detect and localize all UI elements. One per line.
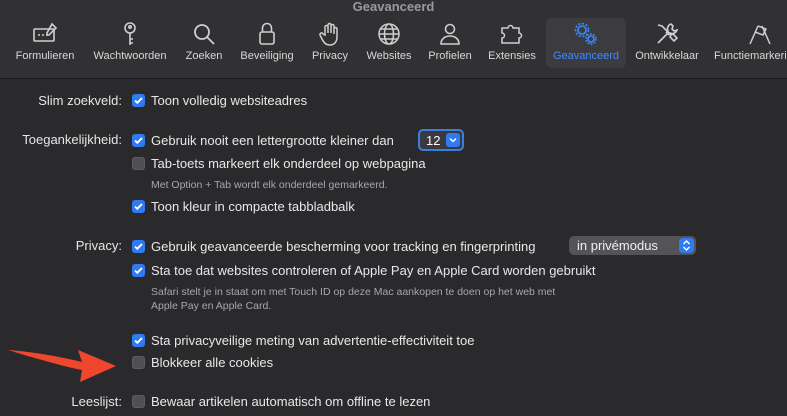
tab-label: Functiemarkeringen <box>714 50 787 62</box>
puzzle-icon <box>501 24 523 44</box>
tab-label: Privacy <box>311 50 349 62</box>
full-address-text: Toon volledig websiteadres <box>151 93 308 108</box>
offline-checkbox[interactable] <box>132 395 145 408</box>
font-size-select[interactable]: 12 <box>418 129 464 151</box>
person-icon <box>440 23 460 45</box>
chevron-updown-icon <box>679 238 694 253</box>
flags-icon <box>749 25 771 45</box>
block-cookies-text: Blokkeer alle cookies <box>151 355 274 370</box>
apple-pay-help-line2: Apple Pay en Apple Card. <box>151 300 272 312</box>
tab-privacy[interactable]: Privacy <box>307 18 353 68</box>
tab-zoeken[interactable]: Zoeken <box>181 18 227 68</box>
tab-label: Zoeken <box>185 50 223 62</box>
ad-measure-text: Sta privacyveilige meting van advertenti… <box>151 333 475 348</box>
smart-search-label: Slim zoekveld: <box>38 93 122 108</box>
tab-key-help: Met Option + Tab wordt elk onderdeel gem… <box>151 179 388 191</box>
advanced-protection-checkbox[interactable] <box>132 240 145 253</box>
offline-text: Bewaar artikelen automatisch om offline … <box>151 394 431 409</box>
toolbar: Geavanceerd Formulieren Wachtwoorden Zoe… <box>0 0 787 79</box>
tab-label: Extensies <box>488 50 536 62</box>
checkmark-icon <box>134 137 143 145</box>
tab-key-text: Tab-toets markeert elk onderdeel op webp… <box>151 156 426 171</box>
checkmark-icon <box>134 203 143 211</box>
accessibility-label: Toegankelijkheid: <box>22 132 122 147</box>
block-cookies-checkbox[interactable] <box>132 356 145 369</box>
tools-icon <box>657 23 679 44</box>
apple-pay-checkbox[interactable] <box>132 264 145 277</box>
tab-geavanceerd[interactable]: Geavanceerd <box>546 18 626 68</box>
tab-label: Geavanceerd <box>552 50 620 62</box>
protection-mode-value: in privémodus <box>577 238 658 253</box>
tab-websites[interactable]: Websites <box>361 18 417 68</box>
tab-profielen[interactable]: Profielen <box>423 18 477 68</box>
tab-ontwikkelaar[interactable]: Ontwikkelaar <box>632 18 702 68</box>
tab-key-checkbox[interactable] <box>132 157 145 170</box>
annotation-arrow-icon <box>8 350 116 382</box>
checkmark-icon <box>134 337 143 345</box>
tab-label: Formulieren <box>15 50 75 62</box>
form-icon <box>33 22 58 42</box>
apple-pay-text: Sta toe dat websites controleren of Appl… <box>151 263 596 278</box>
apple-pay-help-line1: Safari stelt je in staat om met Touch ID… <box>151 286 556 298</box>
tab-label: Profielen <box>428 50 472 62</box>
tab-label: Beveiliging <box>240 50 294 62</box>
tab-label: Websites <box>366 50 412 62</box>
tab-functiemarkeringen[interactable]: Functiemarkeringen <box>710 18 787 68</box>
chevron-down-icon <box>446 133 460 147</box>
compact-color-text: Toon kleur in compacte tabbladbalk <box>151 199 355 214</box>
privacy-label: Privacy: <box>75 238 122 253</box>
checkmark-icon <box>134 243 143 251</box>
tab-wachtwoorden[interactable]: Wachtwoorden <box>87 18 173 68</box>
protection-mode-popup[interactable]: in privémodus <box>569 236 696 255</box>
min-font-text: Gebruik nooit een lettergrootte kleiner … <box>151 133 394 148</box>
ad-measure-checkbox[interactable] <box>132 334 145 347</box>
min-font-checkbox[interactable] <box>132 134 145 147</box>
advanced-protection-text: Gebruik geavanceerde bescherming voor tr… <box>151 239 536 254</box>
checkmark-icon <box>134 267 143 275</box>
tab-label: Ontwikkelaar <box>635 50 699 62</box>
gears-icon <box>574 22 597 45</box>
tab-extensies[interactable]: Extensies <box>484 18 540 68</box>
key-icon <box>124 22 136 45</box>
search-icon <box>194 24 215 45</box>
checkmark-icon <box>134 97 143 105</box>
font-size-value: 12 <box>426 133 441 148</box>
tab-beveiliging[interactable]: Beveiliging <box>235 18 299 68</box>
window-title: Geavanceerd <box>352 0 435 14</box>
reading-list-label: Leeslijst: <box>71 394 122 409</box>
compact-color-checkbox[interactable] <box>132 200 145 213</box>
lock-icon <box>259 22 275 45</box>
tab-formulieren[interactable]: Formulieren <box>14 18 76 68</box>
full-address-checkbox[interactable] <box>132 94 145 107</box>
hand-icon <box>319 22 338 46</box>
globe-icon <box>378 23 400 45</box>
tab-label: Wachtwoorden <box>93 50 167 62</box>
